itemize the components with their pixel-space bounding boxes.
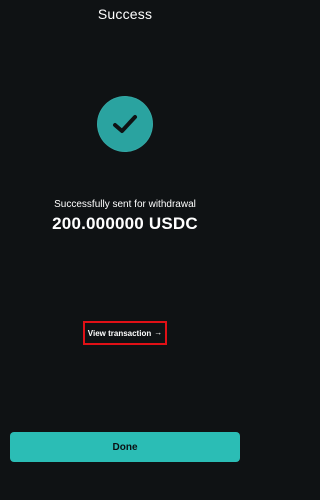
view-transaction-label: View transaction (87, 328, 152, 338)
success-message: Successfully sent for withdrawal (54, 199, 196, 210)
done-button[interactable]: Done (10, 432, 240, 462)
checkmark-icon (113, 115, 137, 133)
withdrawal-amount: 200.000000 USDC (52, 214, 198, 233)
arrow-right-icon: → (154, 328, 163, 337)
success-checkmark-icon (97, 96, 153, 152)
view-transaction-link[interactable]: View transaction → (83, 321, 167, 345)
page-title: Success (97, 6, 153, 22)
